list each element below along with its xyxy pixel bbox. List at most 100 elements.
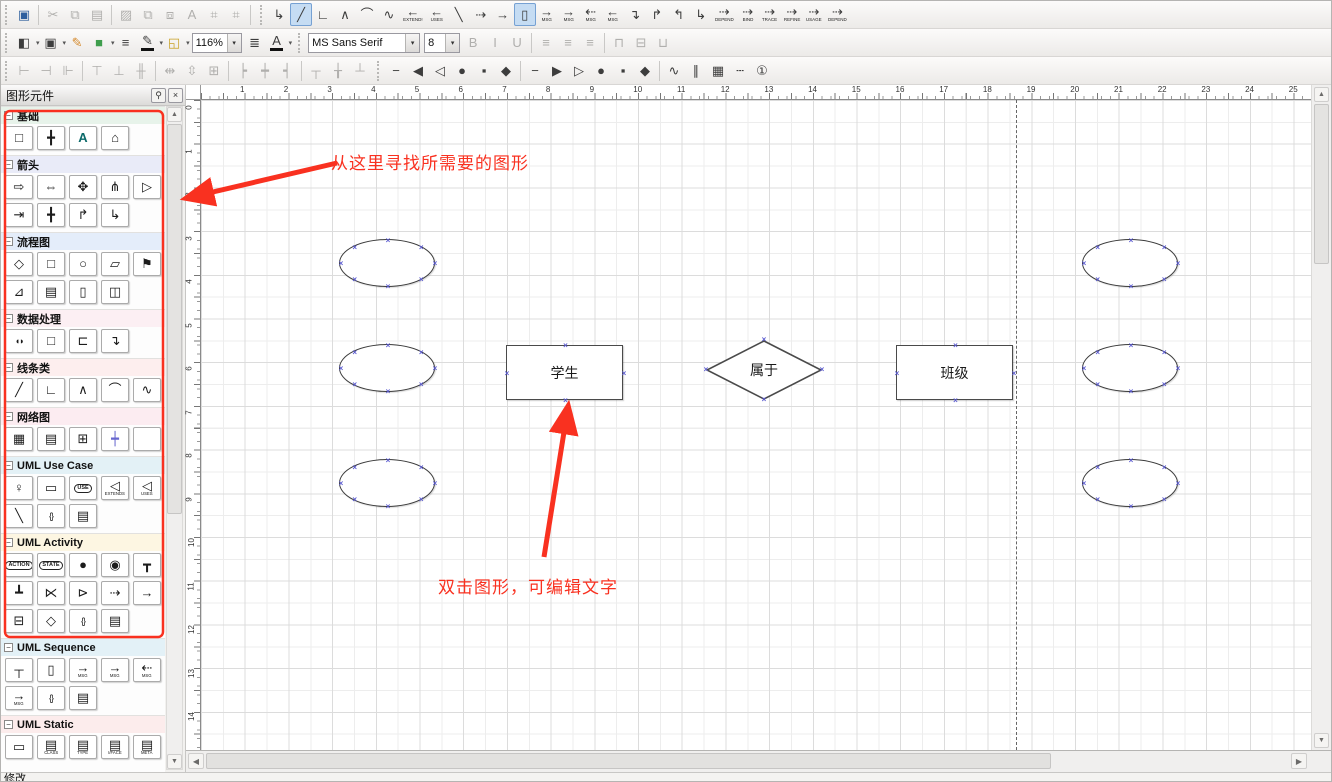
dash-style-button[interactable]: ┄ — [729, 59, 751, 82]
parallel-lines-button[interactable]: ∥ — [685, 59, 707, 82]
chevron-down-icon[interactable]: ▾ — [227, 34, 241, 52]
shape-decision-diamond[interactable]: ◇ — [37, 609, 65, 633]
shape-package[interactable]: ▭ — [5, 735, 33, 759]
shape-fill-button[interactable]: ▣ — [40, 31, 62, 54]
line-weight-button[interactable]: ≣ — [244, 31, 266, 54]
pin-icon[interactable]: ⚲ — [151, 88, 166, 103]
shape-decision[interactable]: ◇ — [5, 252, 33, 276]
shape-swimlane[interactable]: ⊟ — [5, 609, 33, 633]
collapse-icon[interactable]: − — [4, 363, 13, 372]
begin-open-arrow-button[interactable]: ◁ — [429, 59, 451, 82]
shape-actor[interactable]: ♀ — [5, 476, 33, 500]
collapse-icon[interactable]: − — [4, 314, 13, 323]
shape-open-bracket[interactable]: ⊏ — [69, 329, 97, 353]
shape-table-rows[interactable]: ▤ — [37, 427, 65, 451]
shape-chevron-arrow[interactable]: ▷ — [133, 175, 161, 199]
msg-open-button[interactable]: →MSG — [536, 3, 558, 26]
palette-section-2[interactable]: −流程图 — [1, 232, 165, 250]
collapse-icon[interactable]: − — [4, 412, 13, 421]
collapse-icon[interactable]: − — [4, 643, 13, 652]
canvas-hscrollbar-thumb[interactable] — [206, 753, 1051, 769]
shape-document[interactable]: ▤ — [69, 504, 97, 528]
zigzag-line-button[interactable]: ∧ — [334, 3, 356, 26]
uses-connector-button[interactable]: ←USES — [426, 3, 448, 26]
shape-message[interactable]: →MSG — [69, 658, 97, 682]
refine-connector-button[interactable]: ⇢REFINE — [781, 3, 803, 26]
shape-message-filled[interactable]: →MSG — [101, 658, 129, 682]
shape-use-case[interactable]: USE — [69, 476, 97, 500]
shape-flag[interactable]: ⚑ — [133, 252, 161, 276]
line-tool-button[interactable]: ╱ — [290, 3, 312, 26]
shape-fork-bar[interactable]: ┳ — [133, 553, 161, 577]
depend-connector-button[interactable]: ⇢DEPEND — [712, 3, 737, 26]
shape-three-way-arrow[interactable]: ⋔ — [101, 175, 129, 199]
usage-connector-button[interactable]: ⇢USAGE — [803, 3, 825, 26]
elbow-arrow-4-button[interactable]: ↳ — [690, 3, 712, 26]
ellipse-shape[interactable]: ×××××××× — [1082, 459, 1178, 507]
collapse-icon[interactable]: − — [4, 111, 13, 120]
fill-color-button[interactable]: ◧ — [13, 31, 35, 54]
shape-association-line[interactable]: ╲ — [5, 504, 33, 528]
begin-circle-button[interactable]: ● — [451, 59, 473, 82]
rect-班级[interactable]: 班级×××× — [896, 345, 1013, 400]
palette-section-5[interactable]: −网络图 — [1, 407, 165, 425]
depend-connector-2-button[interactable]: ⇢DEPEND — [825, 3, 850, 26]
scroll-up-icon[interactable]: ▲ — [1314, 87, 1329, 102]
rect-学生[interactable]: 学生×××× — [506, 345, 623, 400]
shape-zigzag-line[interactable]: ∧ — [69, 378, 97, 402]
end-arrow-button[interactable]: ▶ — [546, 59, 568, 82]
palette-section-9[interactable]: −UML Static — [1, 715, 165, 733]
ellipse-shape[interactable]: ×××××××× — [1082, 239, 1178, 287]
end-none-button[interactable]: − — [524, 59, 546, 82]
elbow-arrow-2-button[interactable]: ↱ — [646, 3, 668, 26]
chevron-down-icon[interactable]: ▾ — [186, 39, 190, 47]
msg-call-button[interactable]: ←MSG — [602, 3, 624, 26]
canvas-vscrollbar[interactable]: ▲ ▼ — [1311, 85, 1331, 750]
shape-join-bar[interactable]: ┻ — [5, 581, 33, 605]
end-diamond-button[interactable]: ◆ — [634, 59, 656, 82]
end-open-arrow-button[interactable]: ▷ — [568, 59, 590, 82]
arc-tool-button[interactable]: ⌒ — [356, 3, 378, 26]
shape-table-header[interactable]: ▦ — [5, 427, 33, 451]
save-button[interactable]: ▣ — [13, 3, 35, 26]
shape-dashed-arrow[interactable]: ⇢ — [101, 581, 129, 605]
shape-type-box[interactable]: ▤TYPE — [69, 735, 97, 759]
end-circle-button[interactable]: ● — [590, 59, 612, 82]
scroll-left-icon[interactable]: ◀ — [188, 753, 204, 769]
palette-scrollbar-thumb[interactable] — [167, 124, 182, 514]
font-color-button[interactable]: A — [266, 31, 288, 54]
ellipse-shape[interactable]: ×××××××× — [339, 459, 435, 507]
begin-none-button[interactable]: − — [385, 59, 407, 82]
shape-message-return[interactable]: ⇠MSG — [133, 658, 161, 682]
shape-class-box[interactable]: ▤CLASS — [37, 735, 65, 759]
shape-process[interactable]: □ — [37, 252, 65, 276]
arrow-connector-button[interactable]: → — [492, 3, 514, 26]
scroll-down-icon[interactable]: ▼ — [167, 754, 182, 769]
collapse-icon[interactable]: − — [4, 720, 13, 729]
collapse-icon[interactable]: − — [4, 461, 13, 470]
extend-connector-button[interactable]: ←EXTEND! — [400, 3, 426, 26]
msg-filled-button[interactable]: →MSG — [558, 3, 580, 26]
canvas-vscrollbar-thumb[interactable] — [1314, 104, 1329, 264]
step-line-button[interactable]: ∟ — [312, 3, 334, 26]
shape-connection-point[interactable]: ╋ — [37, 126, 65, 150]
palette-section-6[interactable]: −UML Use Case — [1, 456, 165, 474]
chevron-down-icon[interactable]: ▾ — [445, 34, 459, 52]
shape-state[interactable]: STATE — [37, 553, 65, 577]
shape-arc-line[interactable]: ⌒ — [101, 378, 129, 402]
canvas-hscrollbar[interactable]: ◀ ▶ — [186, 750, 1331, 772]
shape-note[interactable]: {} — [37, 504, 65, 528]
lifeline-tool-button[interactable]: ▯ — [514, 3, 536, 26]
shape-circle[interactable]: ○ — [69, 252, 97, 276]
diamond-属于[interactable]: 属于×××× — [706, 340, 822, 400]
shape-straight-line[interactable]: ╱ — [5, 378, 33, 402]
palette-section-3[interactable]: −数据处理 — [1, 309, 165, 327]
shape-uses-arrow[interactable]: ◁USES — [133, 476, 161, 500]
palette-section-1[interactable]: −箭头 — [1, 155, 165, 173]
chevron-down-icon[interactable]: ▾ — [405, 34, 419, 52]
shape-activation-bar[interactable]: ▯ — [37, 658, 65, 682]
shape-corner-arrow[interactable]: ↱ — [69, 203, 97, 227]
shape-double-arrow[interactable]: ⇔ — [37, 175, 65, 199]
shape-blank-cell[interactable] — [133, 427, 161, 451]
shape-document[interactable]: ▤ — [37, 280, 65, 304]
